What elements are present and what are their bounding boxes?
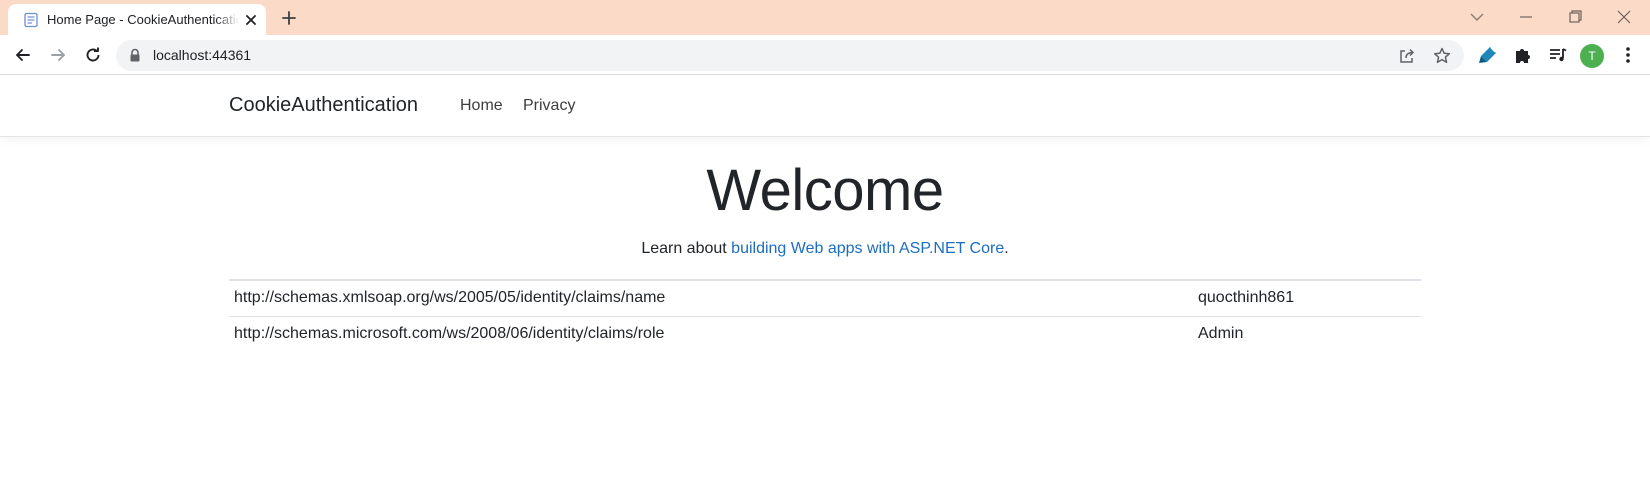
table-row: http://schemas.microsoft.com/ws/2008/06/… bbox=[229, 315, 1421, 352]
browser-toolbar: localhost:44361 T bbox=[0, 35, 1650, 75]
tab-title: Home Page - CookieAuthentication bbox=[47, 12, 239, 27]
puzzle-icon[interactable] bbox=[1512, 44, 1534, 66]
minimize-icon[interactable] bbox=[1516, 8, 1536, 26]
arrow-right-icon[interactable] bbox=[47, 44, 69, 66]
claim-type-cell: http://schemas.xmlsoap.org/ws/2005/05/id… bbox=[234, 289, 666, 307]
nav-link-home[interactable]: Home bbox=[460, 97, 503, 115]
aspnet-docs-link[interactable]: building Web apps with ASP.NET Core bbox=[731, 240, 1004, 257]
close-icon[interactable] bbox=[242, 11, 260, 29]
learn-suffix: . bbox=[1004, 240, 1009, 257]
claim-value-cell: Admin bbox=[1193, 315, 1421, 352]
url-text[interactable]: localhost:44361 bbox=[153, 47, 251, 63]
claims-table: http://schemas.xmlsoap.org/ws/2005/05/id… bbox=[229, 279, 1421, 352]
page-title: Welcome bbox=[706, 158, 944, 223]
star-icon[interactable] bbox=[1432, 46, 1452, 66]
plus-icon[interactable] bbox=[279, 8, 299, 28]
claim-type-cell: http://schemas.microsoft.com/ws/2008/06/… bbox=[229, 315, 1193, 352]
share-icon[interactable] bbox=[1398, 47, 1416, 65]
media-control-icon[interactable] bbox=[1547, 44, 1569, 66]
page-icon bbox=[23, 12, 39, 28]
table-row: http://schemas.xmlsoap.org/ws/2005/05/id… bbox=[229, 280, 1421, 316]
browser-tab[interactable]: Home Page - CookieAuthentication bbox=[8, 4, 266, 35]
tab-strip: Home Page - CookieAuthentication bbox=[0, 0, 1650, 35]
arrow-left-icon[interactable] bbox=[12, 44, 34, 66]
kebab-menu-icon[interactable] bbox=[1617, 44, 1639, 66]
learn-prefix: Learn about bbox=[641, 240, 732, 257]
window-close-icon[interactable] bbox=[1614, 8, 1634, 26]
reload-icon[interactable] bbox=[82, 44, 104, 66]
avatar[interactable]: T bbox=[1580, 44, 1604, 68]
site-navbar: CookieAuthentication Home Privacy bbox=[0, 76, 1650, 137]
highlighter-icon[interactable] bbox=[1477, 44, 1499, 66]
restore-icon[interactable] bbox=[1565, 8, 1585, 26]
nav-link-privacy[interactable]: Privacy bbox=[523, 97, 575, 115]
address-bar[interactable]: localhost:44361 bbox=[116, 40, 1464, 71]
claim-value-cell: quocthinh861 bbox=[1198, 289, 1295, 307]
lock-icon[interactable] bbox=[128, 48, 142, 63]
chevron-down-icon[interactable] bbox=[1467, 8, 1487, 26]
site-brand-link[interactable]: CookieAuthentication bbox=[229, 94, 418, 117]
tab-title-fade bbox=[215, 8, 239, 30]
learn-more-text: Learn about building Web apps with ASP.N… bbox=[0, 240, 1650, 258]
